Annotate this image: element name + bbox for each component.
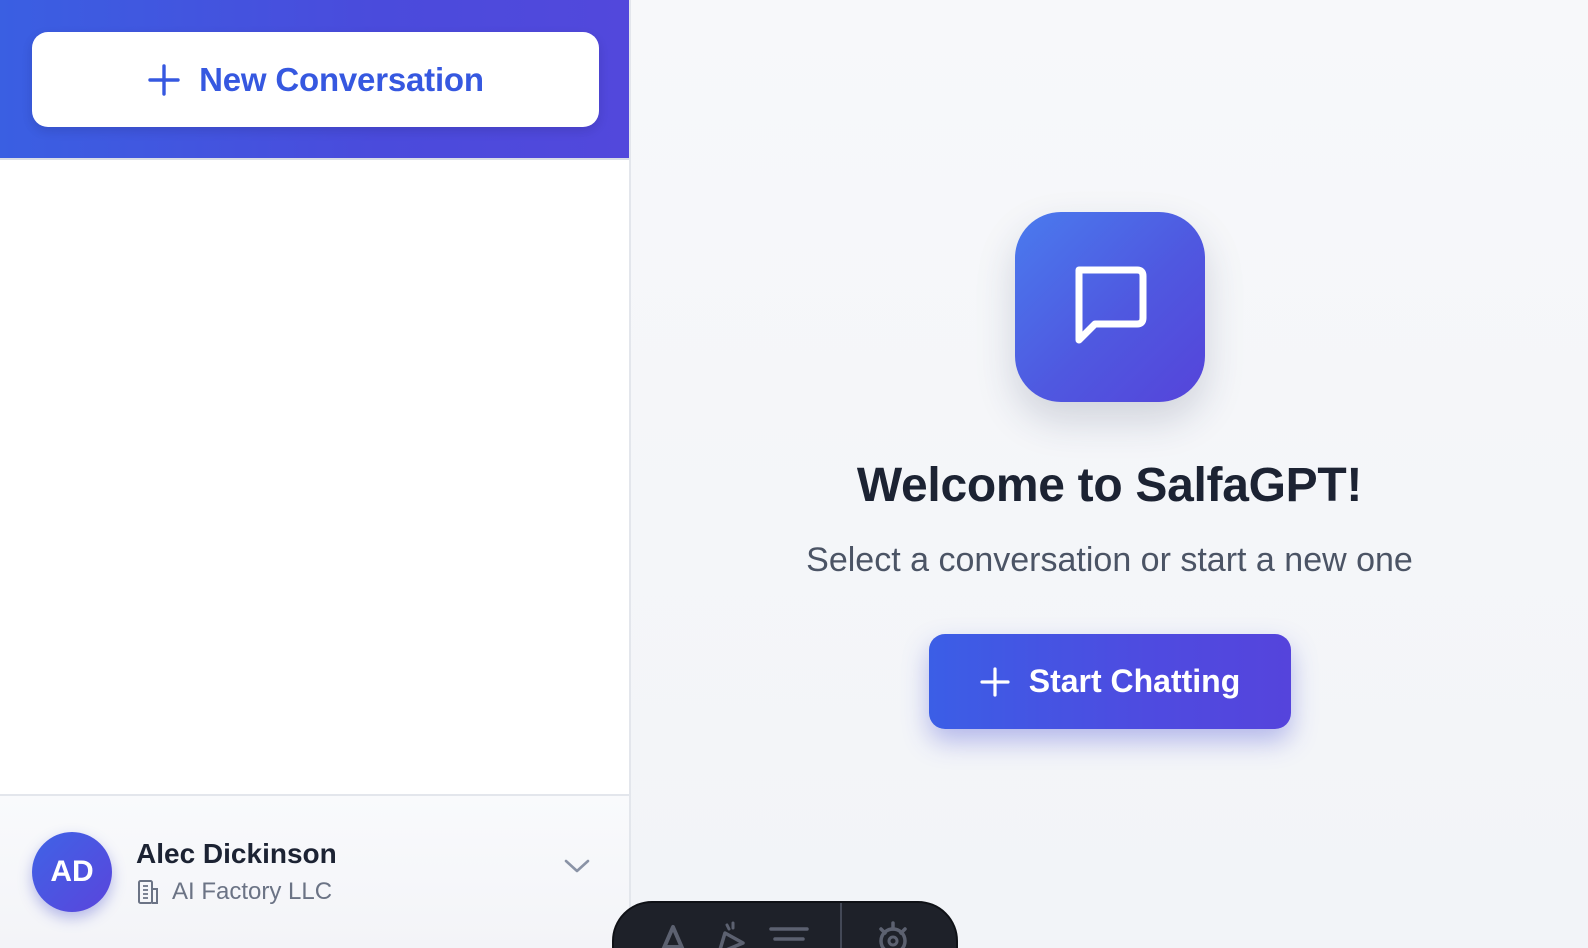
new-conversation-label: New Conversation [199,60,484,98]
organization-name: AI Factory LLC [172,878,333,905]
welcome-section: Welcome to SalfaGPT! Select a conversati… [631,212,1588,729]
floating-toolbar [612,901,958,948]
plus-icon [979,666,1011,698]
menu-icon [769,919,809,948]
app-logo [1014,212,1205,402]
pen-tool-button[interactable] [702,919,760,948]
welcome-title: Welcome to SalfaGPT! [856,459,1363,512]
user-profile[interactable]: AD Alec Dickinson AI Factory LLC [0,794,629,948]
settings-icon [873,919,913,948]
avatar[interactable]: AD [32,832,112,912]
plus-icon [147,63,181,97]
start-chatting-button[interactable]: Start Chatting [928,634,1291,729]
main-panel: Welcome to SalfaGPT! Select a conversati… [631,0,1588,948]
avatar-initials: AD [50,855,94,888]
user-info: Alec Dickinson AI Factory LLC [136,838,337,906]
conversation-list [0,160,629,794]
chat-bubble-icon [1067,262,1153,353]
building-icon [136,879,160,905]
pen-icon [713,919,749,948]
menu-tool-button[interactable] [760,919,818,948]
chevron-down-icon [563,857,591,880]
user-organization: AI Factory LLC [136,878,337,906]
text-icon [656,919,690,948]
user-menu-toggle[interactable] [561,852,593,884]
app-window: New Conversation AD Alec Dickinson AI Fa… [0,0,1588,948]
start-chatting-label: Start Chatting [1028,663,1241,699]
user-name: Alec Dickinson [136,838,337,869]
settings-tool-button[interactable] [864,919,922,948]
welcome-subtitle: Select a conversation or start a new one [806,541,1413,579]
toolbar-divider [840,903,842,948]
sidebar-header: New Conversation [0,0,629,160]
new-conversation-button[interactable]: New Conversation [32,32,599,127]
sidebar: New Conversation AD Alec Dickinson AI Fa… [0,0,631,948]
text-tool-button[interactable] [644,919,702,948]
